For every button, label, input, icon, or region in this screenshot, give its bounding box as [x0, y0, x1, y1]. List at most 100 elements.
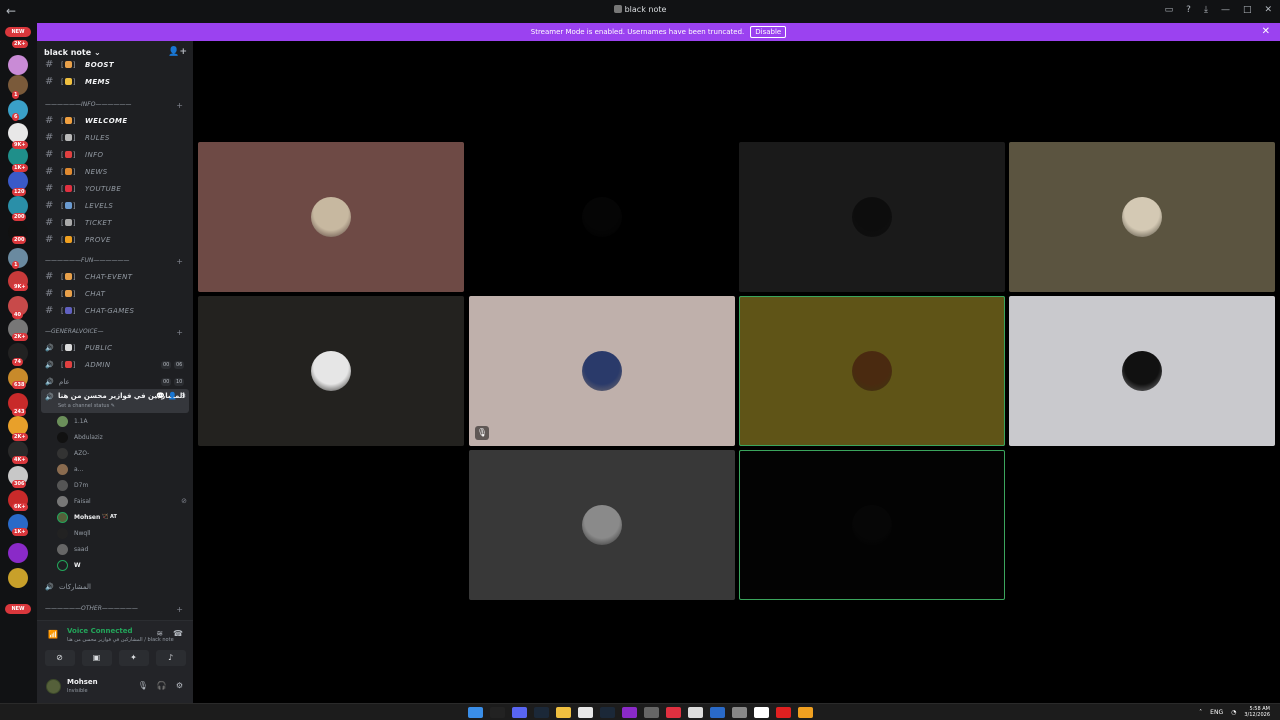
channel-levels[interactable]: # [] LEVELS [37, 198, 193, 214]
activities-button[interactable]: ✦ [118, 650, 149, 666]
language-indicator[interactable]: ENG [1210, 709, 1223, 716]
server-icon[interactable] [8, 146, 28, 166]
active-voice-channel[interactable]: 🔊 المشاركين في فوازير محسن من هنا Set a ch… [41, 389, 189, 413]
participant-tile[interactable] [469, 142, 735, 292]
channel-chat-games[interactable]: # [] CHAT-GAMES [37, 303, 193, 319]
minimize-button[interactable]: — [1221, 5, 1230, 15]
category-generalvoice[interactable]: —GENERALVOICE— + [45, 328, 191, 340]
channel-prove[interactable]: # [] PROVE [37, 232, 193, 248]
plus-icon[interactable]: + [176, 257, 183, 266]
app-icon[interactable] [798, 707, 813, 718]
voice-member[interactable]: Nwqll [57, 527, 187, 541]
channel-ticket[interactable]: # [] TICKET [37, 215, 193, 231]
channel-news[interactable]: # [] NEWS [37, 164, 193, 180]
app-icon[interactable] [710, 707, 725, 718]
participant-tile[interactable] [1009, 296, 1275, 446]
participant-tile[interactable]: 🎙 [469, 296, 735, 446]
new-messages-pill[interactable]: NEW [5, 604, 31, 614]
help-icon[interactable]: ? [1186, 5, 1191, 15]
channel-name: PUBLIC [85, 344, 113, 352]
voice-channel[interactable]: 🔊 المشاركات [37, 579, 193, 595]
channel-rules[interactable]: # [] RULES [37, 130, 193, 146]
app-icon[interactable] [666, 707, 681, 718]
participant-tile[interactable] [198, 142, 464, 292]
chrome-icon[interactable] [578, 707, 593, 718]
inbox-icon[interactable]: ▭ [1165, 5, 1174, 15]
member-name: saad [74, 546, 89, 553]
add-member-icon[interactable]: 👤+ [168, 47, 187, 57]
youtube-icon[interactable] [776, 707, 791, 718]
app-icon[interactable] [688, 707, 703, 718]
headphones-icon[interactable]: 🎧 [157, 681, 167, 690]
widgets-icon[interactable] [490, 707, 505, 718]
signal-icon[interactable]: 📶 [48, 630, 58, 639]
channel-status[interactable]: Set a channel status ✎ [58, 403, 115, 409]
disable-streamer-button[interactable]: Disable [750, 26, 787, 38]
clock[interactable]: 5:58 AM 3/12/2026 [1244, 706, 1270, 718]
camera-off-button[interactable]: ⊘ [44, 650, 75, 666]
chevron-up-icon[interactable]: ˄ [1199, 709, 1202, 716]
wifi-icon[interactable]: ◔ [1231, 709, 1236, 716]
participant-tile[interactable] [198, 296, 464, 446]
soundboard-button[interactable]: ♪ [155, 650, 186, 666]
maximize-button[interactable]: □ [1243, 5, 1252, 15]
voice-member[interactable]: a... [57, 463, 187, 477]
plus-icon[interactable]: + [176, 101, 183, 110]
channel-info[interactable]: # [] INFO [37, 147, 193, 163]
channel-chat[interactable]: # [] CHAT [37, 286, 193, 302]
steam-icon[interactable] [600, 707, 615, 718]
voice-member[interactable]: Faisal ⊘ [57, 495, 187, 509]
channel-welcome[interactable]: # [] WELCOME [37, 113, 193, 129]
start-icon[interactable] [468, 707, 483, 718]
voice-member[interactable]: saad [57, 543, 187, 557]
channel-chat-event[interactable]: # [] CHAT-EVENT [37, 269, 193, 285]
microphone-icon[interactable]: 🎙 [138, 681, 148, 690]
close-window-button[interactable]: ✕ [1264, 5, 1272, 15]
add-user-icon[interactable]: 👤 [168, 392, 177, 400]
channel-mems[interactable]: # [] MEMS [37, 74, 193, 90]
discord-icon[interactable] [512, 707, 527, 718]
voice-connected-label[interactable]: Voice Connected [67, 627, 133, 635]
gear-icon[interactable]: ⚙ [176, 681, 183, 690]
plus-icon[interactable]: + [176, 605, 183, 614]
app-icon[interactable] [732, 707, 747, 718]
app-icon[interactable] [622, 707, 637, 718]
participant-tile[interactable] [739, 450, 1005, 600]
voice-channel[interactable]: 🔊 عام 00 10 [37, 374, 193, 390]
voice-member[interactable]: Abdulaziz [57, 431, 187, 445]
voice-member[interactable]: 1.1A [57, 415, 187, 429]
gear-icon[interactable]: ⚙ [180, 392, 186, 400]
voice-member[interactable]: W [57, 559, 187, 573]
voice-member[interactable]: D7m [57, 479, 187, 493]
server-icon[interactable] [8, 543, 28, 563]
participant-tile[interactable] [739, 296, 1005, 446]
channel-youtube[interactable]: # [] YOUTUBE [37, 181, 193, 197]
plus-icon[interactable]: + [176, 328, 183, 337]
app-icon[interactable] [754, 707, 769, 718]
participant-tile[interactable] [1009, 142, 1275, 292]
category-info[interactable]: ——————INFO—————— + [45, 101, 191, 113]
download-icon[interactable]: ⤓ [1204, 5, 1208, 15]
disconnect-icon[interactable]: ☎ [173, 629, 183, 638]
explorer-icon[interactable] [556, 707, 571, 718]
banner-close-icon[interactable]: ✕ [1262, 26, 1270, 37]
participant-tile[interactable] [469, 450, 735, 600]
server-icon[interactable] [8, 55, 28, 75]
steam-icon[interactable] [534, 707, 549, 718]
category-other[interactable]: ——————OTHER—————— + [45, 605, 191, 617]
category-fun[interactable]: ——————FUN—————— + [45, 257, 191, 269]
avatar[interactable] [46, 679, 61, 694]
voice-member[interactable]: Mohsen 🏹 AT [57, 511, 187, 525]
participant-tile[interactable] [739, 142, 1005, 292]
chat-icon[interactable]: 💬 [156, 392, 165, 400]
noise-suppression-icon[interactable]: ≋ [156, 629, 163, 638]
channel-boost[interactable]: # [] BOOST [37, 57, 193, 73]
app-icon[interactable] [644, 707, 659, 718]
server-icon[interactable] [8, 123, 28, 143]
voice-channel[interactable]: 🔊 [] ADMIN 00 06 [37, 357, 193, 373]
server-icon[interactable] [8, 568, 28, 588]
screen-share-button[interactable]: ▣ [81, 650, 112, 666]
voice-channel[interactable]: 🔊 [] PUBLIC [37, 340, 193, 356]
voice-member[interactable]: AZO- [57, 447, 187, 461]
new-messages-pill[interactable]: NEW [5, 27, 31, 37]
